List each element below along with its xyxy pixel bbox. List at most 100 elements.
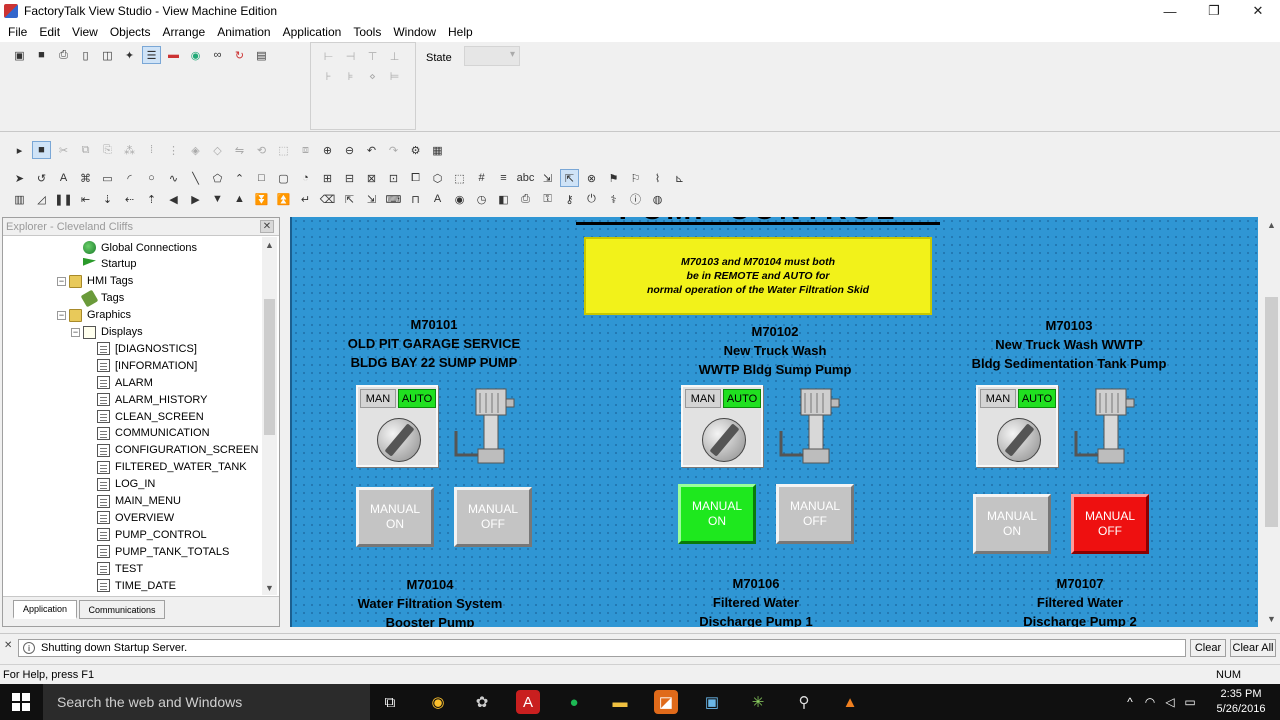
taskbar-clock[interactable]: 2:35 PM 5/26/2016 <box>1208 687 1274 717</box>
multistate-button-icon[interactable]: ⧠ <box>406 169 425 187</box>
remote-desktop-icon[interactable]: ▣ <box>700 690 724 714</box>
manual-on-button[interactable]: MANUAL ON <box>678 484 756 544</box>
align-space-icon[interactable]: ⊨ <box>385 67 404 85</box>
group-icon[interactable]: ⁞ <box>142 141 161 159</box>
bring-front-icon[interactable]: ◈ <box>186 141 205 159</box>
bar-graph-icon[interactable]: ▥ <box>10 190 29 208</box>
tree-expander-icon[interactable]: − <box>71 327 80 337</box>
align-bottom-icon[interactable]: ⊧ <box>341 67 360 85</box>
flip-icon[interactable]: ⇋ <box>230 141 249 159</box>
network-app-icon[interactable]: ⚲ <box>792 690 816 714</box>
menu-arrange[interactable]: Arrange <box>157 25 212 39</box>
properties-icon[interactable]: ⚙ <box>406 141 425 159</box>
display-canvas[interactable]: PUMP CONTROL M70103 and M70104 must both… <box>290 217 1258 627</box>
polygon-tool-icon[interactable]: ⬠ <box>208 169 227 187</box>
clock-icon[interactable]: ◷ <box>472 190 491 208</box>
tree-item[interactable]: [INFORMATION] <box>97 357 197 374</box>
new-document-icon[interactable]: ▯ <box>76 46 95 64</box>
send-back-icon[interactable]: ◇ <box>208 141 227 159</box>
interlocked-button-icon[interactable]: ⬡ <box>428 169 447 187</box>
canvas-scroll-thumb[interactable] <box>1265 297 1278 527</box>
duplicate-icon[interactable]: ⁂ <box>120 141 139 159</box>
explorer-toggle-icon[interactable]: ☰ <box>142 46 161 64</box>
diagnostics-icon[interactable]: ⚕ <box>604 190 623 208</box>
align-center-icon[interactable]: ⊣ <box>341 47 360 65</box>
scroll-up-icon[interactable]: ▲ <box>1263 217 1280 233</box>
stop-icon[interactable]: ■ <box>32 141 51 159</box>
manual-off-button[interactable]: MANUAL OFF <box>1071 494 1149 554</box>
tree-item[interactable]: TIME_DATE <box>97 577 176 594</box>
redo-icon[interactable]: ↷ <box>384 141 403 159</box>
alarm-list-icon[interactable]: ⚐ <box>626 169 645 187</box>
align-middle-icon[interactable]: ⊦ <box>319 67 338 85</box>
volume-icon[interactable]: ◁ <box>1160 695 1180 709</box>
vlc-icon[interactable]: ▲ <box>838 690 862 714</box>
arrow-left-icon[interactable]: ⇠ <box>120 190 139 208</box>
tree-item[interactable]: COMMUNICATION <box>97 425 210 442</box>
spotify-icon[interactable]: ● <box>562 690 586 714</box>
menu-view[interactable]: View <box>66 25 104 39</box>
backspace-icon[interactable]: ⌫ <box>318 190 337 208</box>
menu-file[interactable]: File <box>2 25 33 39</box>
clear-all-button[interactable]: Clear All <box>1230 639 1276 657</box>
run-icon[interactable]: ▸ <box>10 141 29 159</box>
triangle-right-icon[interactable]: ▶ <box>186 190 205 208</box>
align-right-icon[interactable]: ⊤ <box>363 47 382 65</box>
scroll-up-icon[interactable]: ▲ <box>262 237 277 252</box>
maintained-button-icon[interactable]: ⊠ <box>362 169 381 187</box>
manual-off-button[interactable]: MANUAL OFF <box>776 484 854 544</box>
tree-expander-icon[interactable]: − <box>57 276 66 286</box>
manual-off-button[interactable]: MANUAL OFF <box>454 487 532 547</box>
tree-item[interactable]: ALARM <box>97 374 153 391</box>
close-display-icon[interactable]: ⊗ <box>582 169 601 187</box>
pause-icon[interactable]: ❚❚ <box>54 190 73 208</box>
ellipse-tool-icon[interactable]: ○ <box>142 169 161 187</box>
tray-expand-icon[interactable]: ^ <box>1120 695 1140 709</box>
scale-icon[interactable]: ◿ <box>32 190 51 208</box>
momentary-button-icon[interactable]: ⊟ <box>340 169 359 187</box>
arrow-left-end-icon[interactable]: ⇤ <box>76 190 95 208</box>
triangle-down-icon[interactable]: ▼ <box>208 190 227 208</box>
acrobat-icon[interactable]: A <box>516 690 540 714</box>
tree-item[interactable]: TEST <box>97 560 143 577</box>
chrome-icon[interactable]: ◉ <box>426 690 450 714</box>
gauge-icon[interactable]: ⊾ <box>670 169 689 187</box>
canvas-scrollbar[interactable]: ▲ ▼ <box>1263 217 1280 627</box>
man-auto-selector[interactable]: MAN AUTO <box>681 385 763 467</box>
polyline-tool-icon[interactable]: ⌃ <box>230 169 249 187</box>
ack-alarm-icon[interactable]: A <box>428 190 447 208</box>
eraser-icon[interactable]: ▬ <box>164 46 183 64</box>
menu-animation[interactable]: Animation <box>211 25 276 39</box>
rotate-tool-icon[interactable]: ↺ <box>32 169 51 187</box>
wedge-tool-icon[interactable]: ◔ <box>296 169 315 187</box>
tree-item[interactable]: MAIN_MENU <box>97 493 181 510</box>
rounded-rect-tool-icon[interactable]: ▢ <box>274 169 293 187</box>
numeric-input-icon[interactable]: ⌨ <box>384 190 403 208</box>
rectangle-tool-icon[interactable]: ▭ <box>98 169 117 187</box>
ungroup-icon[interactable]: ⋮ <box>164 141 183 159</box>
wand-icon[interactable]: ✦ <box>120 46 139 64</box>
list-indicator-icon[interactable]: ≡ <box>494 169 513 187</box>
text-tool-icon[interactable]: A <box>54 169 73 187</box>
minimize-button[interactable]: — <box>1148 0 1192 22</box>
man-auto-selector[interactable]: MAN AUTO <box>356 385 438 467</box>
zoom-out-icon[interactable]: ⊖ <box>340 141 359 159</box>
menu-objects[interactable]: Objects <box>104 25 157 39</box>
tree-item[interactable]: LOG_IN <box>97 476 155 493</box>
windows-start-icon[interactable] <box>12 693 30 711</box>
tree-expander-icon[interactable]: − <box>57 310 66 320</box>
manual-on-button[interactable]: MANUAL ON <box>356 487 434 547</box>
file-explorer-icon[interactable]: ▬ <box>608 690 632 714</box>
freehand-tool-icon[interactable]: ∿ <box>164 169 183 187</box>
copy-icon[interactable]: ⧉ <box>76 141 95 159</box>
tag-browser-icon[interactable]: ▦ <box>428 141 447 159</box>
information-icon[interactable]: ⓘ <box>626 190 645 208</box>
task-view-icon[interactable]: ⧉ <box>378 690 402 714</box>
close-panel-icon[interactable]: ✕ <box>4 640 12 651</box>
tree-item[interactable]: OVERVIEW <box>97 509 174 526</box>
arrow-down-icon[interactable]: ⇣ <box>98 190 117 208</box>
refresh-icon[interactable]: ↻ <box>230 46 249 64</box>
man-auto-selector[interactable]: MAN AUTO <box>976 385 1058 467</box>
undo-icon[interactable]: ↶ <box>362 141 381 159</box>
return-display-icon[interactable]: ⇱ <box>560 169 579 187</box>
